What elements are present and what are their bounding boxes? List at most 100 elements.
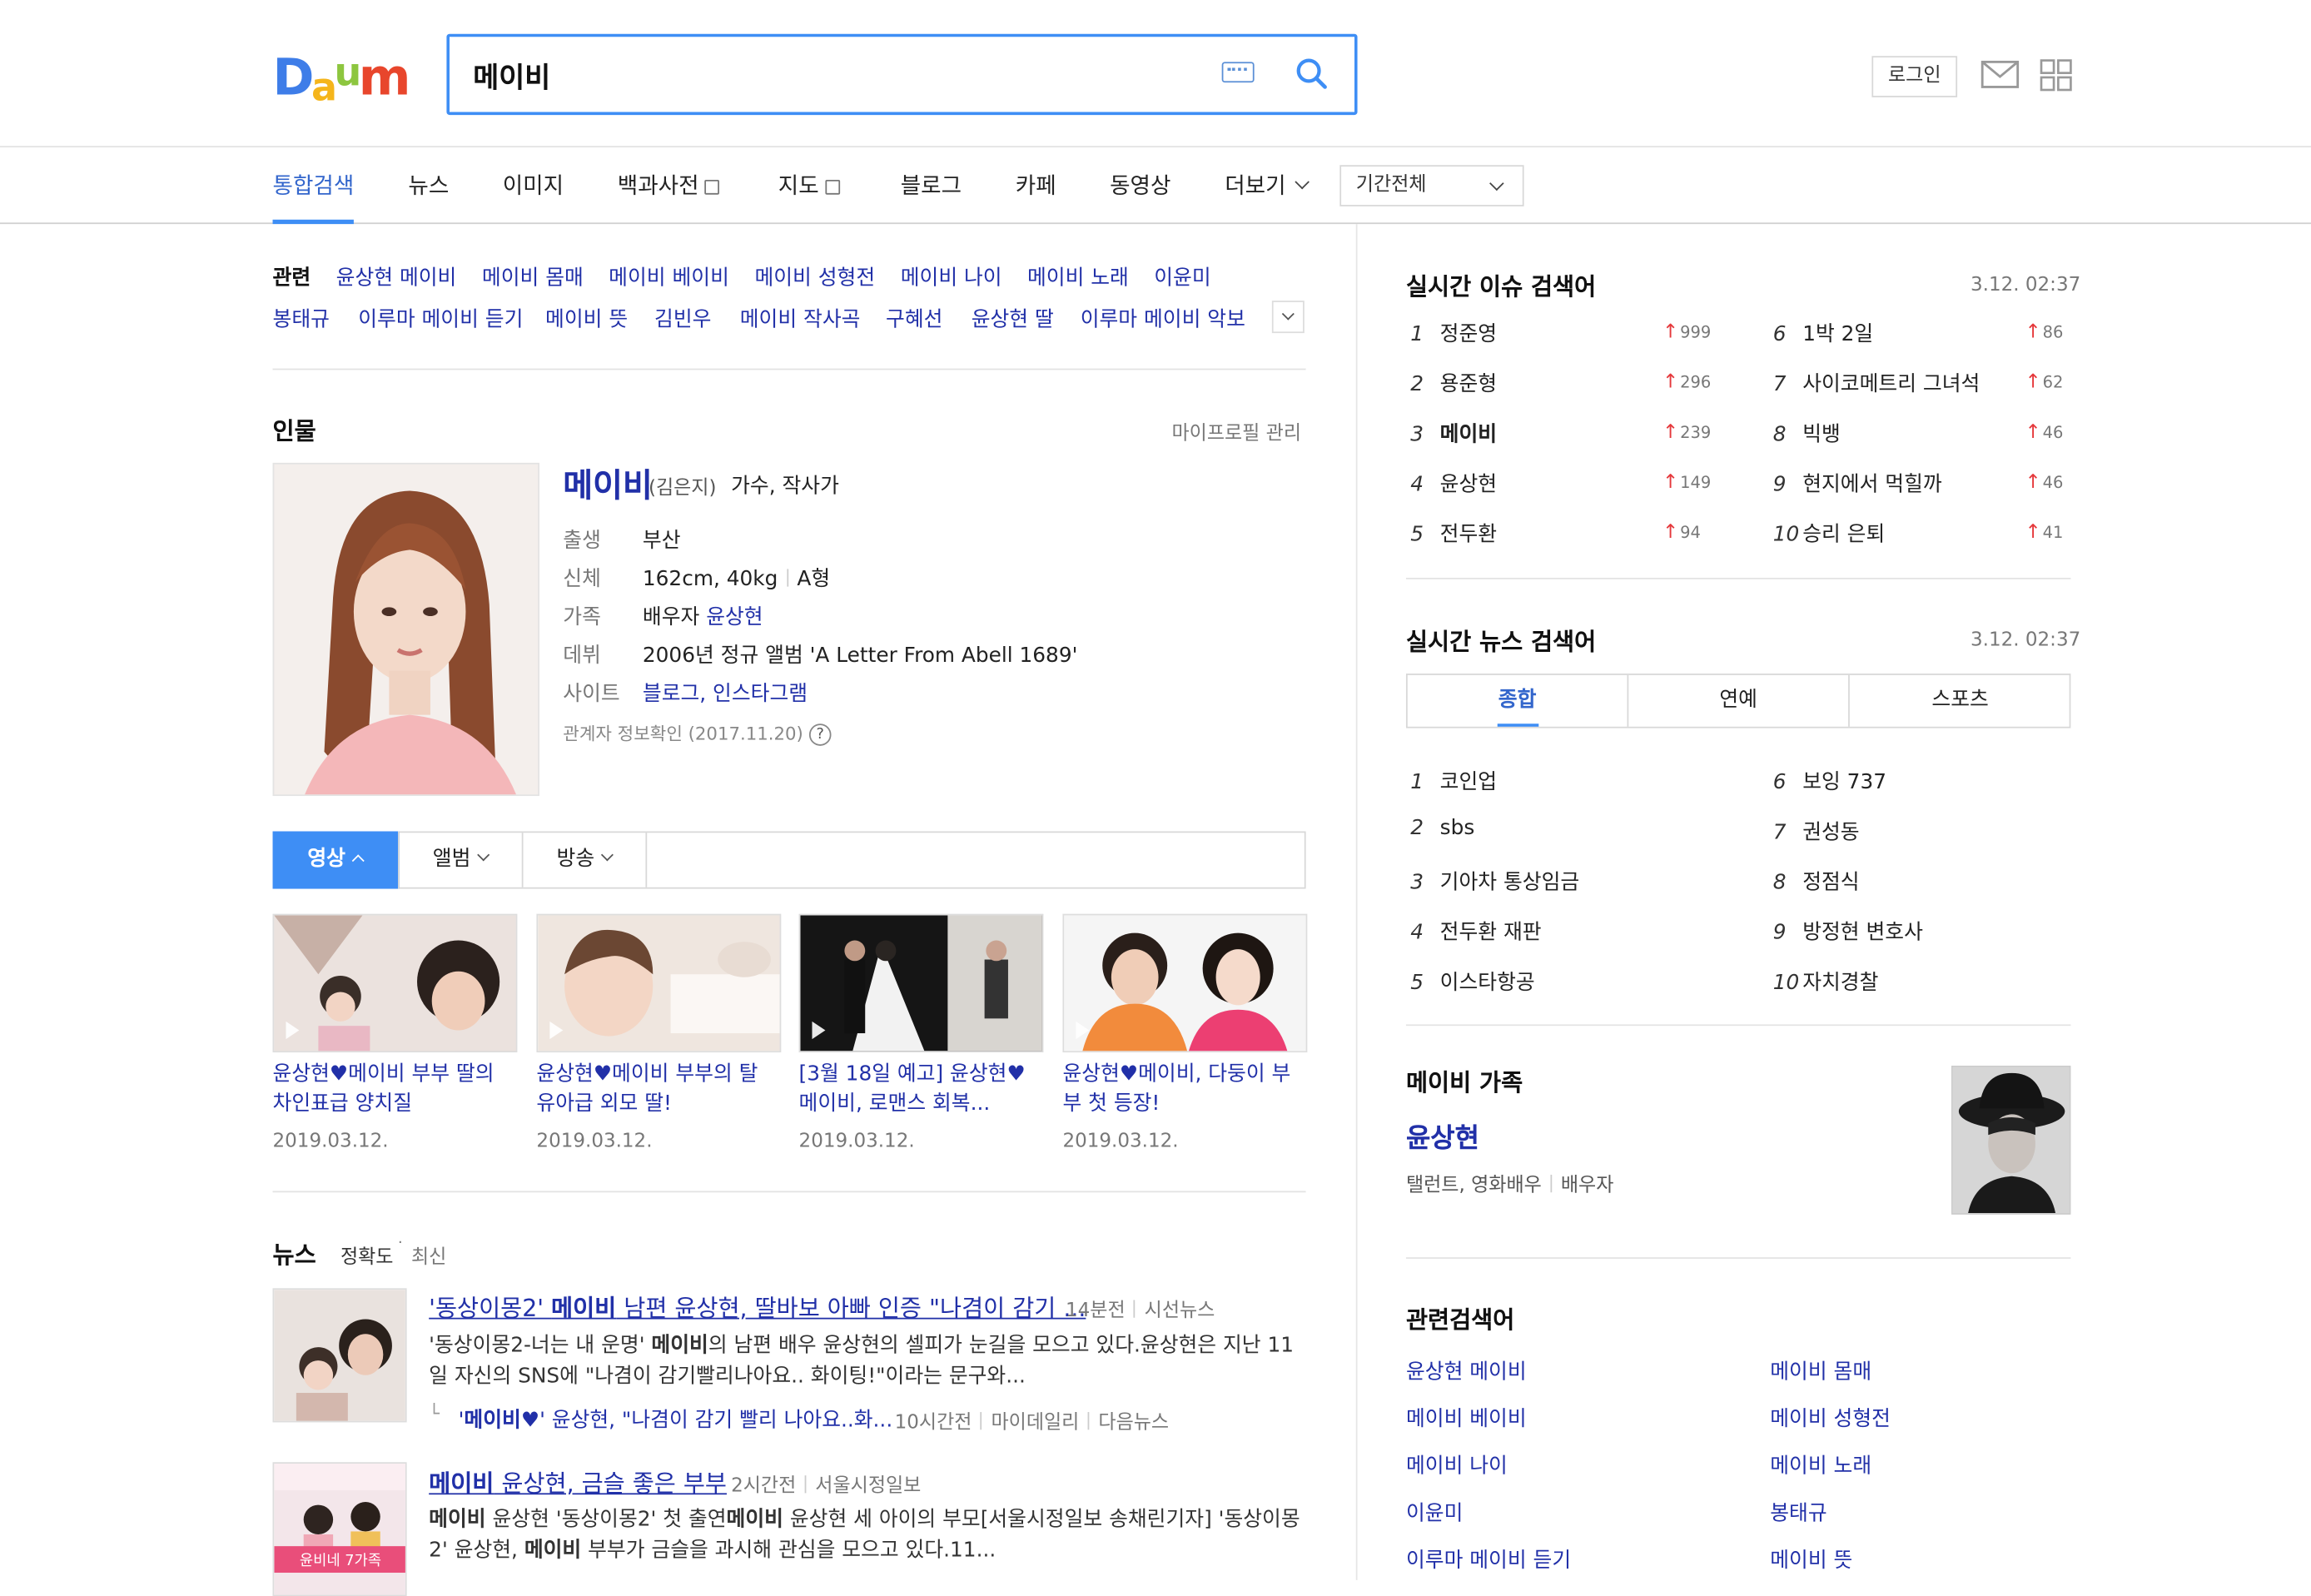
keyword-link[interactable]: 정점식 bbox=[1802, 871, 1859, 894]
keyword-link[interactable]: 빅뱅 bbox=[1802, 423, 1841, 446]
news-rank-item[interactable]: 3 기아차 통상임금 bbox=[1410, 867, 1579, 896]
tab-sports[interactable]: 스포츠 bbox=[1850, 675, 2071, 727]
issue-rank-item[interactable]: 5 전두환 bbox=[1410, 519, 1497, 548]
keyword-link[interactable]: 용준형 bbox=[1440, 373, 1497, 396]
news-source-link[interactable]: 서울시정일보 bbox=[815, 1475, 921, 1498]
video-title-link[interactable]: 윤상현♥메이비, 다둥이 부부 첫 등장! bbox=[1062, 1060, 1307, 1119]
tab-video-clips[interactable]: 영상 bbox=[272, 831, 400, 889]
news-source-link[interactable]: 시선뉴스 bbox=[1145, 1300, 1215, 1322]
keyword-link[interactable]: sbs bbox=[1440, 817, 1475, 840]
related-search-link[interactable]: 메이비 몸매 bbox=[1770, 1356, 1871, 1385]
apps-grid-icon[interactable] bbox=[2040, 59, 2072, 92]
related-link[interactable]: 메이비 몸매 bbox=[482, 266, 584, 292]
spouse-link[interactable]: 윤상현 bbox=[706, 606, 763, 629]
issue-rank-item[interactable]: 3 메이비 bbox=[1410, 419, 1497, 448]
keyword-link[interactable]: 현지에서 먹힐까 bbox=[1802, 473, 1942, 496]
login-button[interactable]: 로그인 bbox=[1871, 56, 1958, 97]
news-title-link[interactable]: '동상이몽2' 메이비 남편 윤상현, 딸바보 아빠 인증 "나겸이 감기 ..… bbox=[429, 1288, 1086, 1323]
related-link[interactable]: 이루마 메이비 악보 bbox=[1081, 306, 1245, 333]
tab-broadcast[interactable]: 방송 bbox=[523, 833, 648, 887]
issue-rank-item[interactable]: 4 윤상현 bbox=[1410, 469, 1497, 498]
news-thumbnail[interactable] bbox=[272, 1288, 407, 1423]
related-link[interactable]: 메이비 나이 bbox=[901, 266, 1002, 292]
tab-images[interactable]: 이미지 bbox=[503, 171, 564, 200]
related-link[interactable]: 메이비 뜻 bbox=[545, 306, 628, 333]
related-link[interactable]: 김빈우 bbox=[654, 306, 711, 333]
related-link[interactable]: 구혜선 bbox=[886, 306, 942, 333]
person-photo[interactable] bbox=[272, 462, 539, 797]
news-thumbnail[interactable]: 윤비네 7가족 bbox=[272, 1462, 407, 1596]
period-select[interactable]: 기간전체 bbox=[1339, 165, 1524, 206]
mail-icon[interactable] bbox=[1981, 60, 2020, 89]
related-link[interactable]: 이루마 메이비 듣기 bbox=[358, 306, 523, 333]
related-link[interactable]: 윤상현 메이비 bbox=[336, 266, 457, 292]
news-rank-item[interactable]: 5 이스타항공 bbox=[1410, 967, 1534, 996]
related-search-link[interactable]: 메이비 성형전 bbox=[1770, 1403, 1891, 1432]
related-link[interactable]: 메이비 작사곡 bbox=[740, 306, 861, 333]
keyboard-icon[interactable] bbox=[1221, 62, 1255, 83]
video-title-link[interactable]: [3월 18일 예고] 윤상현♥메이비, 로맨스 회복... bbox=[799, 1060, 1044, 1119]
video-thumbnail[interactable] bbox=[536, 913, 782, 1053]
keyword-link[interactable]: 자치경찰 bbox=[1802, 972, 1878, 995]
issue-rank-item[interactable]: 10 승리 은퇴 bbox=[1773, 519, 1886, 548]
related-search-link[interactable]: 봉태규 bbox=[1770, 1498, 1826, 1527]
issue-rank-item[interactable]: 7 사이코메트리 그녀석 bbox=[1773, 369, 1981, 398]
video-thumbnail[interactable] bbox=[1062, 913, 1308, 1053]
news-rank-item[interactable]: 1 코인업 bbox=[1410, 767, 1497, 796]
related-link[interactable]: 봉태규 bbox=[273, 306, 330, 333]
search-icon[interactable] bbox=[1295, 57, 1328, 90]
related-link[interactable]: 윤상현 딸 bbox=[972, 306, 1054, 333]
sort-latest[interactable]: 최신 bbox=[411, 1241, 446, 1270]
issue-rank-item[interactable]: 6 1박 2일 bbox=[1773, 318, 1873, 347]
news-rank-item[interactable]: 10 자치경찰 bbox=[1773, 967, 1879, 996]
related-search-link[interactable]: 이윤미 bbox=[1406, 1498, 1463, 1527]
tab-overall[interactable]: 종합 bbox=[1408, 674, 1629, 727]
keyword-link[interactable]: 보잉 737 bbox=[1802, 771, 1886, 794]
my-profile-manage-link[interactable]: 마이프로필 관리 bbox=[1171, 417, 1301, 445]
news-rank-item[interactable]: 4 전두환 재판 bbox=[1410, 917, 1541, 946]
related-news-link[interactable]: '메이비♥' 윤상현, "나겸이 감기 빨리 나아요..화... bbox=[459, 1405, 893, 1434]
related-search-link[interactable]: 이루마 메이비 듣기 bbox=[1406, 1544, 1571, 1574]
keyword-link[interactable]: 윤상현 bbox=[1440, 473, 1497, 496]
keyword-link[interactable]: 정준영 bbox=[1440, 323, 1497, 346]
related-search-link[interactable]: 윤상현 메이비 bbox=[1406, 1356, 1527, 1385]
info-site-links[interactable]: 블로그, 인스타그램 bbox=[643, 678, 808, 707]
keyword-link[interactable]: 전두환 bbox=[1440, 523, 1497, 546]
tab-more[interactable]: 더보기 bbox=[1225, 171, 1310, 200]
news-rank-item[interactable]: 9 방정현 변호사 bbox=[1773, 917, 1923, 946]
issue-rank-item[interactable]: 8 빅뱅 bbox=[1773, 419, 1841, 448]
keyword-link[interactable]: 이스타항공 bbox=[1440, 972, 1535, 995]
video-thumbnail[interactable] bbox=[272, 913, 518, 1053]
keyword-link[interactable]: 전두환 재판 bbox=[1440, 922, 1542, 945]
related-link[interactable]: 메이비 베이비 bbox=[609, 266, 729, 292]
tab-encyclopedia[interactable]: 백과사전 bbox=[618, 171, 720, 200]
tab-album[interactable]: 앨범 bbox=[400, 833, 524, 887]
keyword-link[interactable]: 기아차 통상임금 bbox=[1440, 871, 1580, 894]
news-rank-item[interactable]: 8 정점식 bbox=[1773, 867, 1860, 896]
related-link[interactable]: 이윤미 bbox=[1154, 266, 1210, 292]
keyword-link[interactable]: 승리 은퇴 bbox=[1802, 523, 1885, 546]
news-rank-item[interactable]: 7 권성동 bbox=[1773, 817, 1860, 846]
tab-blog[interactable]: 블로그 bbox=[901, 171, 962, 200]
video-thumbnail[interactable] bbox=[798, 913, 1044, 1053]
keyword-link[interactable]: 1박 2일 bbox=[1802, 323, 1873, 346]
news-rank-item[interactable]: 6 보잉 737 bbox=[1773, 767, 1886, 796]
person-name[interactable]: 메이비 bbox=[563, 460, 653, 507]
related-search-link[interactable]: 메이비 뜻 bbox=[1770, 1544, 1852, 1574]
video-title-link[interactable]: 윤상현♥메이비 부부의 탈 유아급 외모 딸! bbox=[536, 1060, 781, 1119]
news-title-link[interactable]: 메이비 윤상현, 금슬 좋은 부부 bbox=[429, 1464, 727, 1499]
sort-accuracy[interactable]: 정확도 bbox=[340, 1241, 394, 1270]
issue-rank-item[interactable]: 1 정준영 bbox=[1410, 318, 1497, 347]
tab-integrated[interactable]: 통합검색 bbox=[273, 171, 355, 200]
related-search-link[interactable]: 메이비 노래 bbox=[1770, 1450, 1871, 1479]
search-input[interactable] bbox=[473, 54, 1181, 97]
expand-related-button[interactable] bbox=[1271, 301, 1305, 334]
tab-news[interactable]: 뉴스 bbox=[408, 171, 449, 200]
tab-cafe[interactable]: 카페 bbox=[1016, 171, 1056, 200]
keyword-link[interactable]: 사이코메트리 그녀석 bbox=[1802, 373, 1980, 396]
issue-rank-item[interactable]: 9 현지에서 먹힐까 bbox=[1773, 469, 1942, 498]
daum-logo[interactable]: Daum bbox=[273, 44, 411, 118]
family-member-name[interactable]: 윤상현 bbox=[1406, 1117, 1479, 1156]
issue-rank-item[interactable]: 2 용준형 bbox=[1410, 369, 1497, 398]
keyword-link[interactable]: 코인업 bbox=[1440, 771, 1497, 794]
